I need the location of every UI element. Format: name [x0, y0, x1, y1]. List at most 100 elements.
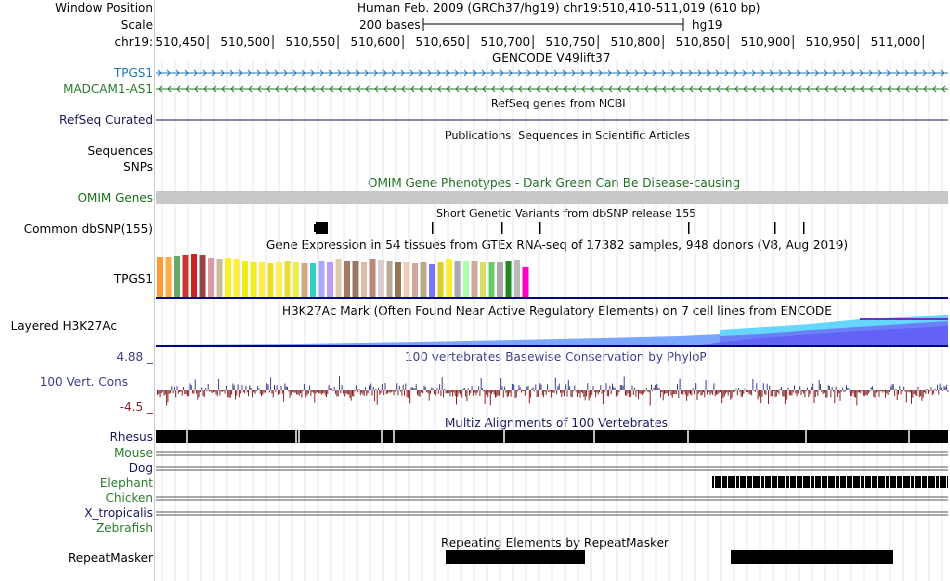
phylop-bar: [606, 390, 608, 397]
phylop-bar: [175, 390, 177, 398]
phylop-bar: [371, 390, 373, 396]
dbsnp-variant: [688, 222, 690, 234]
phylop-bar: [600, 385, 602, 390]
dbsnp-variant: [432, 222, 434, 234]
phylop-bar: [792, 390, 794, 393]
alignment-gap: [908, 430, 910, 443]
phylop-bar: [368, 385, 370, 390]
phylop-bar: [801, 390, 803, 392]
phylop-bar: [921, 390, 923, 401]
phylop-bar: [699, 390, 701, 392]
alignment-gap: [939, 476, 940, 488]
phylop-bar: [250, 387, 252, 390]
phylop-bar: [677, 384, 678, 390]
phylop-bar: [329, 388, 331, 390]
phylop-bar: [679, 378, 681, 390]
phylop-bar: [769, 385, 771, 390]
phylop-bar: [179, 390, 181, 392]
phylop-bar: [214, 390, 216, 392]
phylop-bar: [865, 390, 867, 395]
phylop-bar: [176, 386, 178, 390]
alignment-gap: [921, 476, 922, 488]
phylop-bar: [836, 390, 838, 397]
omim-track: [156, 191, 948, 204]
phylop-bar: [366, 390, 368, 396]
phylop-bar: [376, 390, 378, 405]
phylop-bar: [859, 390, 860, 393]
phylop-bar: [914, 390, 916, 395]
phylop-bar: [240, 390, 242, 394]
phylop-bar: [788, 390, 790, 396]
phylop-bar: [233, 385, 235, 390]
phylop-bar: [940, 387, 942, 390]
phylop-bar: [530, 390, 532, 398]
phylop-bar: [349, 390, 351, 398]
phylop-bar: [253, 390, 255, 393]
track-graphics: [156, 18, 949, 581]
gtex-tissue-bar: [480, 262, 486, 297]
alignment-gap: [721, 476, 722, 488]
phylop-bar: [654, 385, 656, 390]
phylop-bar: [437, 390, 439, 394]
phylop-bar: [225, 385, 227, 390]
phylop-bar: [192, 390, 194, 394]
phylop-bar: [418, 390, 420, 397]
phylop-bar: [766, 383, 768, 390]
phylop-bar: [431, 387, 433, 390]
phylop-bar: [229, 390, 231, 398]
phylop-bar: [557, 386, 559, 390]
phylop-bar: [885, 390, 886, 398]
alignment-gap: [760, 476, 761, 488]
alignment-gap: [871, 476, 872, 488]
phylop-bar: [379, 390, 381, 395]
phylop-bar: [567, 379, 569, 390]
phylop-bar: [931, 390, 933, 396]
phylop-bar: [392, 390, 394, 392]
phylop-bar: [619, 385, 621, 390]
gtex-tissue-bar: [199, 255, 206, 297]
phylop-bar: [784, 390, 786, 405]
phylop-bar: [640, 390, 642, 394]
phylop-bar: [647, 390, 649, 392]
phylop-bar: [814, 390, 816, 398]
phylop-bar: [493, 390, 495, 395]
phylop-bar: [463, 387, 465, 390]
phylop-bar: [853, 390, 855, 398]
phylop-bar: [383, 390, 385, 396]
phylop-bar: [680, 390, 682, 394]
phylop-bar: [748, 390, 750, 395]
phylop-bar: [943, 385, 945, 390]
phylop-bar: [375, 388, 377, 390]
phylop-bar: [196, 390, 197, 394]
phylop-bar: [791, 390, 793, 396]
phylop-bar: [653, 387, 655, 390]
phylop-bar: [586, 390, 587, 397]
phylop-bar: [829, 385, 831, 390]
phylop-bar: [318, 390, 320, 394]
phylop-bar: [198, 390, 200, 398]
gtex-tissue-bar: [310, 263, 316, 297]
phylop-bar: [935, 390, 937, 392]
phylop-bar: [294, 390, 296, 393]
phylop-bar: [514, 390, 516, 398]
phylop-bar: [401, 390, 403, 396]
phylop-bar: [380, 390, 382, 394]
phylop-bar: [202, 390, 204, 396]
gtex-tissue-bar: [335, 259, 342, 297]
phylop-bar: [228, 390, 230, 398]
alignment-gap: [503, 430, 505, 443]
phylop-bar: [743, 390, 745, 394]
phylop-bar: [782, 390, 784, 397]
phylop-bar: [683, 390, 685, 392]
phylop-bar: [157, 390, 158, 395]
phylop-bar: [361, 390, 363, 393]
phylop-bar: [485, 390, 487, 395]
phylop-bar: [432, 388, 434, 390]
phylop-bar: [833, 390, 834, 392]
phylop-bar: [783, 390, 785, 397]
phylop-bar: [879, 390, 881, 392]
phylop-bar: [575, 390, 577, 392]
phylop-bar: [582, 390, 584, 394]
phylop-bar: [206, 390, 208, 392]
phylop-bar: [177, 390, 179, 394]
